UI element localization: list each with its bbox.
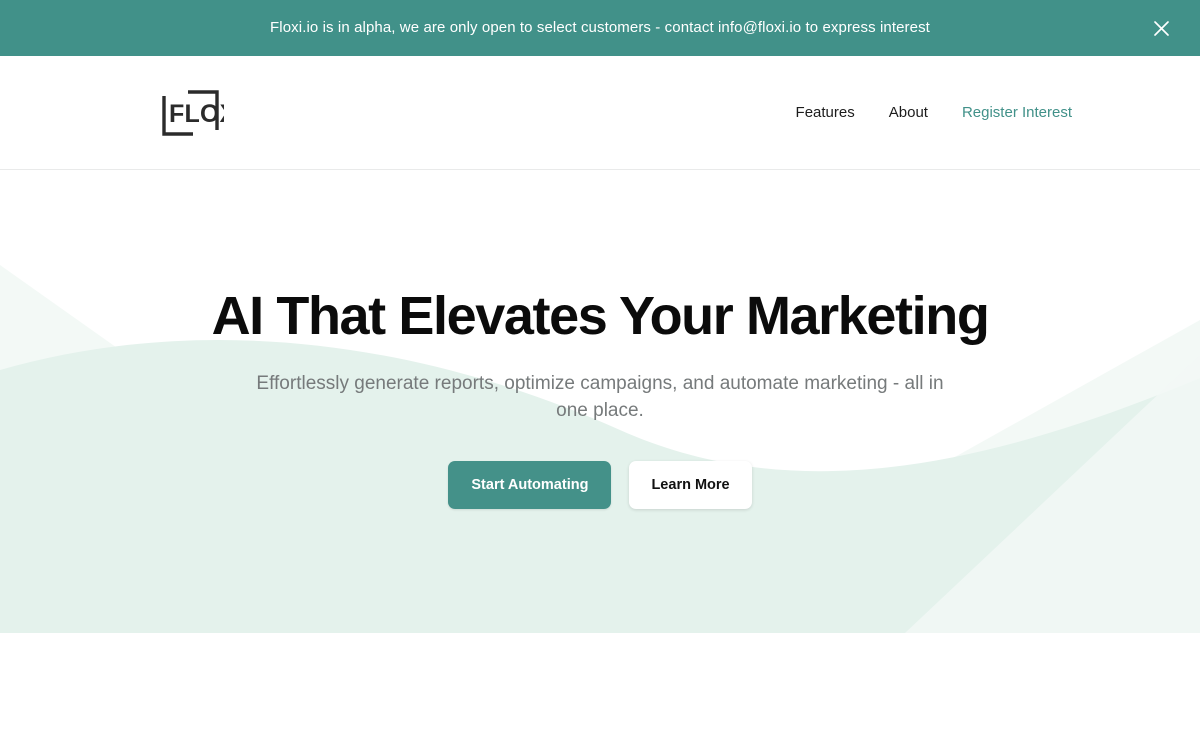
hero-title: AI That Elevates Your Marketing	[211, 286, 990, 346]
svg-text:FLOXI: FLOXI	[169, 100, 224, 128]
close-icon	[1153, 20, 1170, 37]
alpha-announcement-banner: Floxi.io is in alpha, we are only open t…	[0, 0, 1200, 56]
start-automating-button[interactable]: Start Automating	[448, 460, 612, 510]
banner-message: Floxi.io is in alpha, we are only open t…	[270, 19, 930, 36]
hero-section: AI That Elevates Your Marketing Effortle…	[0, 170, 1200, 633]
nav-link-about[interactable]: About	[889, 105, 928, 120]
primary-navigation: Features About Register Interest	[796, 105, 1072, 120]
learn-more-button[interactable]: Learn More	[629, 460, 752, 510]
below-hero-spacer	[0, 633, 1200, 750]
banner-close-button[interactable]	[1144, 11, 1178, 45]
hero-content: AI That Elevates Your Marketing Effortle…	[0, 170, 1200, 633]
floxi-logo-icon: FLOXI	[162, 89, 224, 136]
hero-cta-group: Start Automating Learn More	[448, 460, 752, 510]
site-header: FLOXI Features About Register Interest	[0, 56, 1200, 170]
hero-subtitle: Effortlessly generate reports, optimize …	[256, 372, 944, 422]
floxi-logo[interactable]: FLOXI	[128, 85, 224, 141]
nav-link-features[interactable]: Features	[796, 105, 855, 120]
nav-link-register-interest[interactable]: Register Interest	[962, 105, 1072, 120]
